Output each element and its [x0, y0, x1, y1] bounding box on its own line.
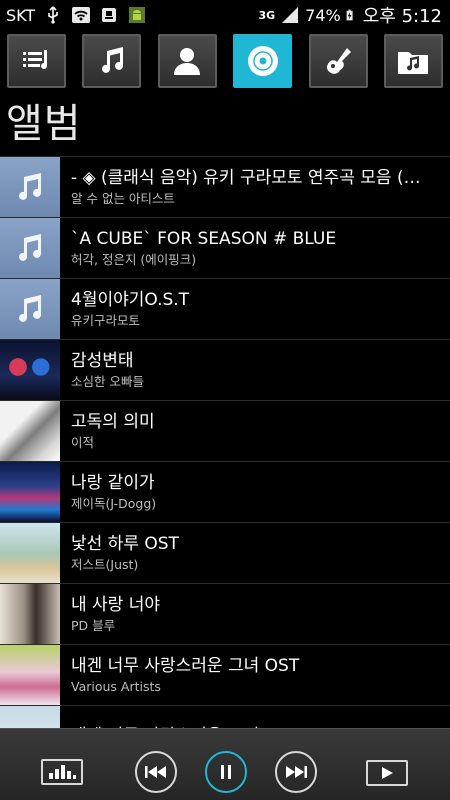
album-art — [0, 401, 60, 461]
carrier-label: SKT — [6, 5, 36, 25]
next-button[interactable] — [275, 751, 317, 793]
music-note-icon — [19, 295, 41, 322]
person-icon — [174, 48, 201, 75]
playlist-icon — [22, 50, 47, 69]
album-row[interactable]: 내겐 너무 사랑스러운 그녀 OST — [0, 705, 450, 728]
status-bar: SKT 3G 74% 오후 5:12 — [0, 0, 450, 30]
album-row[interactable]: `A CUBE` FOR SEASON # BLUE 허각, 정은지 (에이핑크) — [0, 217, 450, 278]
album-art — [0, 645, 60, 705]
album-art — [0, 279, 60, 339]
album-art — [0, 462, 60, 522]
battery-percent: 74% — [305, 5, 341, 25]
equalizer-icon — [49, 765, 76, 779]
album-text: 내겐 너무 사랑스러운 그녀 OST Various Artists — [60, 655, 431, 696]
album-art — [0, 706, 60, 728]
album-text: 4월이야기O.S.T 유키구라모토 — [60, 289, 431, 330]
android-icon — [129, 7, 146, 23]
page-title: 앨범 — [6, 101, 82, 147]
album-artist: 유키구라모토 — [71, 312, 141, 328]
guitar-icon — [327, 48, 352, 74]
now-playing-button[interactable] — [366, 760, 408, 786]
album-row[interactable]: 낯선 하루 OST 저스트(Just) — [0, 522, 450, 583]
album-title: 감성변태 — [71, 350, 134, 371]
album-artist: 제이독(J-Dogg) — [71, 495, 157, 511]
equalizer-button[interactable] — [41, 759, 83, 785]
album-text: 감성변태소심한 오빠들 — [60, 350, 431, 391]
pause-icon — [221, 765, 231, 779]
network-type-label: 3G — [258, 8, 276, 22]
tab-songs[interactable] — [82, 34, 142, 88]
album-row[interactable]: - ◈ (클래식 음악) 유키 구라모토 연주곡 모음 (기타.. 알 수 없는 … — [0, 156, 450, 217]
album-text: 낯선 하루 OST 저스트(Just) — [60, 533, 431, 574]
tab-artists[interactable] — [157, 34, 217, 88]
album-title: 내 사랑 너야 — [71, 594, 161, 615]
album-title: 4월이야기O.S.T — [71, 289, 190, 310]
album-row[interactable]: 내 사랑 너야 PD 블루 — [0, 583, 450, 644]
next-icon — [286, 766, 307, 778]
album-artist: 허각, 정은지 (에이핑크) — [71, 251, 197, 267]
pause-button[interactable] — [205, 751, 247, 793]
clock: 오후 5:12 — [362, 6, 442, 27]
album-text: 나랑 같이가제이독(J-Dogg) — [60, 472, 431, 513]
music-note-icon — [19, 173, 41, 200]
notification-icon — [102, 8, 117, 22]
album-title: 고독의 의미 — [71, 411, 155, 432]
previous-button[interactable] — [135, 751, 177, 793]
music-folder-icon — [398, 52, 429, 74]
album-artist: PD 블루 — [71, 617, 116, 633]
album-row[interactable]: 고독의 의미이적 — [0, 400, 450, 461]
album-art — [0, 584, 60, 644]
album-text: `A CUBE` FOR SEASON # BLUE 허각, 정은지 (에이핑크) — [60, 228, 431, 269]
album-title: - ◈ (클래식 음악) 유키 구라모토 연주곡 모음 (기타.. — [71, 167, 431, 188]
album-title: `A CUBE` FOR SEASON # BLUE — [71, 228, 337, 249]
album-row[interactable]: 나랑 같이가제이독(J-Dogg) — [0, 461, 450, 522]
player-controls — [0, 728, 450, 800]
album-artist: 알 수 없는 아티스트 — [71, 190, 175, 206]
tab-genres[interactable] — [308, 34, 368, 88]
disc-icon — [247, 46, 278, 76]
album-row[interactable]: 감성변태소심한 오빠들 — [0, 339, 450, 400]
music-note-icon — [101, 47, 123, 73]
album-artist: 소심한 오빠들 — [71, 373, 144, 389]
tab-albums[interactable] — [233, 34, 293, 88]
album-title: 내겐 너무 사랑스러운 그녀 OST — [71, 655, 300, 676]
album-title: 나랑 같이가 — [71, 472, 155, 493]
play-icon — [382, 767, 393, 779]
album-text: - ◈ (클래식 음악) 유키 구라모토 연주곡 모음 (기타.. 알 수 없는 … — [60, 167, 431, 208]
album-text: 내 사랑 너야 PD 블루 — [60, 594, 431, 635]
album-row[interactable]: 4월이야기O.S.T 유키구라모토 — [0, 278, 450, 339]
wifi-icon — [72, 7, 91, 23]
album-text: 고독의 의미이적 — [60, 411, 431, 452]
album-art — [0, 340, 60, 400]
album-art — [0, 218, 60, 278]
tab-folders[interactable] — [383, 34, 443, 88]
album-title: 낯선 하루 OST — [71, 533, 179, 554]
album-artist: 이적 — [71, 434, 95, 450]
music-note-icon — [19, 234, 41, 261]
album-row[interactable]: 내겐 너무 사랑스러운 그녀 OST Various Artists — [0, 644, 450, 705]
album-list[interactable]: - ◈ (클래식 음악) 유키 구라모토 연주곡 모음 (기타.. 알 수 없는 … — [0, 156, 450, 728]
album-artist: 저스트(Just) — [71, 556, 139, 572]
usb-icon — [48, 6, 58, 24]
album-art — [0, 523, 60, 583]
signal-icon — [282, 7, 299, 23]
battery-charging-icon — [346, 9, 353, 21]
album-art — [0, 157, 60, 217]
category-tabs — [0, 30, 450, 92]
album-artist: Various Artists — [71, 678, 161, 694]
tab-playlist[interactable] — [7, 34, 66, 88]
previous-icon — [145, 766, 166, 778]
